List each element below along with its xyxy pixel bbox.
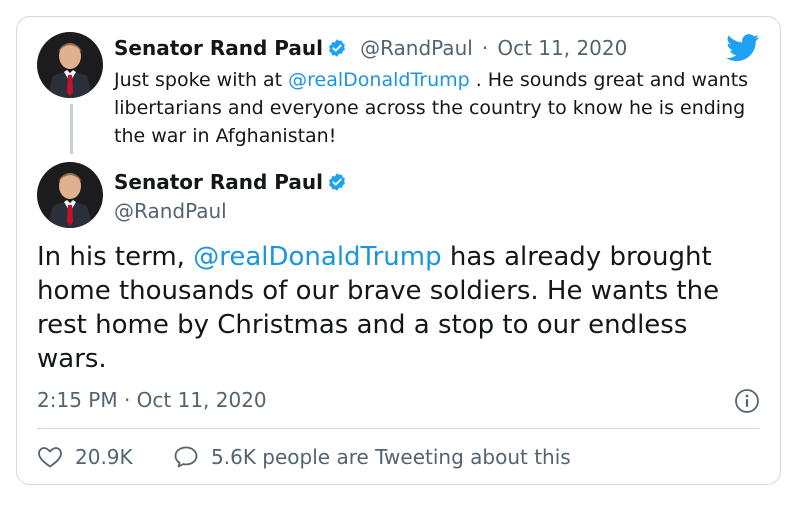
reply-author-avatar[interactable] [37,32,103,98]
tweet-stats: 20.9K 5.6K people are Tweeting about thi… [37,445,571,474]
reply-date[interactable]: Oct 11, 2020 [497,36,627,60]
like-count: 20.9K [75,445,133,469]
reply-author-name[interactable]: Senator Rand Paul [114,36,323,60]
thread-connector-line [70,104,73,154]
speech-bubble-icon [174,446,198,468]
reply-tweet-text: Just spoke with at @realDonaldTrump . He… [114,66,754,150]
reply-header: Senator Rand Paul @RandPaul · Oct 11, 20… [114,36,627,62]
stats-divider [37,428,760,429]
tweeting-about-text: 5.6K people are Tweeting about this [211,445,571,469]
tweet-timestamp[interactable]: 2:15 PM · Oct 11, 2020 [37,388,267,412]
tweet-mention-link[interactable]: @realDonaldTrump [193,242,441,272]
tweet-author-avatar[interactable] [37,162,103,228]
reply-author-handle[interactable]: @RandPaul [360,36,473,60]
verified-badge-icon [327,172,347,197]
tweet-author-handle[interactable]: @RandPaul [114,199,347,223]
verified-badge-icon [327,38,347,62]
tweet-author-name[interactable]: Senator Rand Paul [114,170,323,194]
twitter-bird-icon[interactable] [726,34,760,66]
reply-text-part: Just spoke with at [114,69,289,91]
reply-separator: · [481,36,489,60]
like-button[interactable]: 20.9K [37,445,133,469]
tweet-header: Senator Rand Paul @RandPaul [114,170,347,223]
tweet-text-part: In his term, [37,242,194,272]
reply-mention-link[interactable]: @realDonaldTrump [288,69,470,91]
info-icon[interactable] [734,388,760,418]
tweet-text: In his term, @realDonaldTrump has alread… [37,240,757,376]
tweet-author-name-row: Senator Rand Paul [114,170,347,197]
tweeting-about-link[interactable]: 5.6K people are Tweeting about this [173,445,571,469]
heart-icon [38,447,62,468]
